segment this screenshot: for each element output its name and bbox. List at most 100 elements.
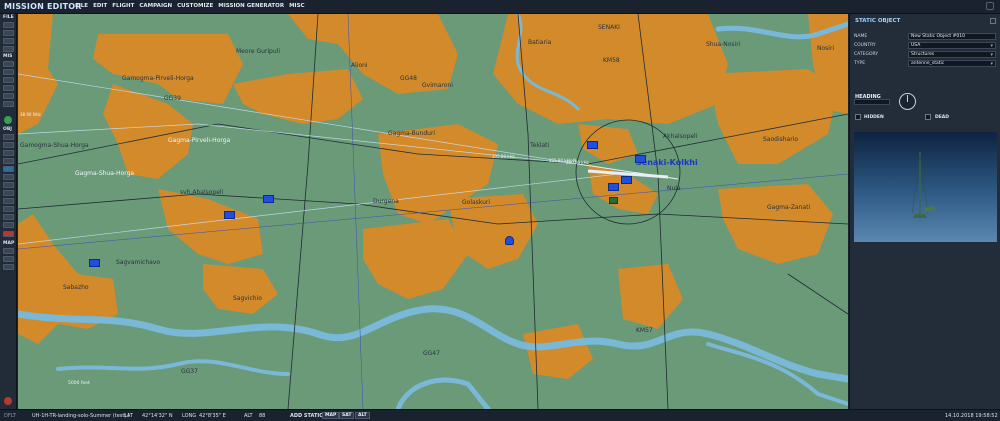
map-label: Nosiri (817, 45, 835, 52)
add-static-button[interactable] (3, 166, 14, 172)
country-select[interactable]: USA (908, 42, 996, 49)
toolbar-mis-header: MIS (3, 54, 13, 59)
beacon-label: 38.90 NHz (20, 112, 41, 117)
add-plane-button[interactable] (3, 134, 14, 140)
open-mission-button[interactable] (3, 30, 14, 36)
ground-unit-icon[interactable] (263, 195, 274, 203)
tool-button-1[interactable] (3, 61, 14, 67)
map-label: GG37 (181, 368, 198, 375)
type-select[interactable]: antenne_static (908, 60, 996, 67)
tool-button-8[interactable] (3, 214, 14, 220)
alt-value: 88 (259, 413, 266, 419)
save-as-button[interactable] (3, 46, 14, 52)
add-vehicle-button[interactable] (3, 158, 14, 164)
long-value: 42°8'35" E (199, 413, 226, 419)
map-label: Gagma-Bunduri (388, 130, 436, 137)
new-mission-button[interactable] (3, 22, 14, 28)
menu-mission-generator[interactable]: MISSION GENERATOR (218, 3, 284, 9)
map-label: GG39 (164, 95, 181, 102)
hidden-checkbox[interactable] (855, 114, 861, 120)
map-view[interactable]: Meore Guripuli Gamogma-Pirveli-Horga GG3… (18, 14, 848, 409)
menu-misc[interactable]: MISC (289, 3, 305, 9)
map-label: Gagma-Shua-Horga (75, 170, 135, 177)
antenna-preview-image (854, 132, 997, 242)
alt-label: ALT (244, 413, 253, 419)
add-template-button[interactable] (3, 182, 14, 188)
map-label: KM57 (636, 327, 653, 334)
object-preview (854, 132, 997, 242)
datetime: 14.10.2018 19:58:52 (945, 413, 998, 419)
map-label: svh.Ahalsopeli (180, 189, 224, 196)
lat-value: 42°14'32" N (142, 413, 173, 419)
toolbar-map-header: MAP (3, 241, 15, 246)
map-tool-button-2[interactable] (3, 256, 14, 262)
tool-button-7[interactable] (3, 206, 14, 212)
map-label: Gagma-Zanati (767, 204, 811, 211)
delete-object-button[interactable] (3, 231, 14, 237)
category-label: CATEGORY (854, 52, 879, 57)
name-row: NAME New Static Object #010 (854, 33, 997, 40)
status-bar: DFLT UH-1H-TR-landing-solo-Summer (test)… (0, 409, 1000, 421)
static-object-icon[interactable] (609, 197, 618, 204)
save-mission-button[interactable] (3, 38, 14, 44)
ground-unit-icon[interactable] (635, 155, 646, 163)
app-title: MISSION EDITOR (4, 2, 82, 11)
static-object-panel: STATIC OBJECT NAME New Static Object #01… (849, 14, 1000, 409)
heading-input[interactable] (854, 99, 890, 105)
map-label: Teklati (530, 142, 550, 149)
map-label: Sagvamichavo (116, 259, 161, 266)
add-static-mode: ADD STATIC (290, 413, 323, 419)
main-menu: FILE EDIT FLIGHT CAMPAIGN CUSTOMIZE MISS… (75, 3, 305, 9)
ground-unit-icon[interactable] (621, 176, 632, 184)
sat-mode-button[interactable]: SAT (339, 412, 355, 419)
ground-unit-icon[interactable] (89, 259, 100, 267)
menu-file[interactable]: FILE (75, 3, 88, 9)
exit-icon[interactable] (4, 397, 12, 405)
map-label: Saodishario (763, 136, 799, 143)
map-tool-button-3[interactable] (3, 264, 14, 270)
long-label: LONG (182, 413, 197, 419)
menu-customize[interactable]: CUSTOMIZE (177, 3, 213, 9)
map-mode-button[interactable]: MAP (322, 412, 340, 419)
name-label: NAME (854, 34, 868, 39)
menu-edit[interactable]: EDIT (93, 3, 107, 9)
add-nav-point-button[interactable] (3, 190, 14, 196)
menu-flight[interactable]: FLIGHT (112, 3, 134, 9)
add-line-button[interactable] (3, 198, 14, 204)
type-row: TYPE antenne_static (854, 60, 997, 67)
heading-dial[interactable] (899, 93, 916, 110)
tool-button-3[interactable] (3, 77, 14, 83)
dead-checkbox[interactable] (925, 114, 931, 120)
alt-mode-button[interactable]: ALT (355, 412, 370, 419)
ground-unit-icon[interactable] (224, 211, 235, 219)
name-field[interactable]: New Static Object #010 (908, 33, 996, 40)
tool-button-2[interactable] (3, 69, 14, 75)
add-helicopter-button[interactable] (3, 142, 14, 148)
run-mission-icon[interactable] (4, 116, 12, 124)
toolbar-file-header: FILE (3, 15, 14, 20)
tool-button-6[interactable] (3, 101, 14, 107)
menu-campaign[interactable]: CAMPAIGN (139, 3, 172, 9)
ground-unit-icon[interactable] (608, 183, 619, 191)
mission-editor: MISSION EDITOR FILE EDIT FLIGHT CAMPAIGN… (0, 0, 1000, 421)
category-select[interactable]: Structures (908, 51, 996, 58)
map-label: GG48 (400, 75, 417, 82)
map-label: SENAKI (598, 24, 620, 31)
close-panel-icon[interactable] (990, 18, 996, 24)
window-close-icon[interactable] (986, 2, 994, 10)
tool-button-4[interactable] (3, 85, 14, 91)
add-trigger-zone-button[interactable] (3, 174, 14, 180)
helicopter-unit-icon[interactable] (505, 236, 514, 245)
map-label: Shua-Nosiri (706, 41, 741, 48)
beacon-label: 335.80 kHz N (549, 158, 576, 163)
tool-button-9[interactable] (3, 222, 14, 228)
map-label: Meore Guripuli (236, 48, 281, 55)
map-tool-button-1[interactable] (3, 248, 14, 254)
add-ship-button[interactable] (3, 150, 14, 156)
tool-button-5[interactable] (3, 93, 14, 99)
mission-filename: UH-1H-TR-landing-solo-Summer (test).i (32, 413, 130, 419)
hidden-label: HIDDEN (864, 115, 884, 120)
type-label: TYPE (854, 61, 866, 66)
ground-unit-icon[interactable] (587, 141, 598, 149)
map-label: Gagma-Pirveli-Horga (168, 137, 231, 144)
